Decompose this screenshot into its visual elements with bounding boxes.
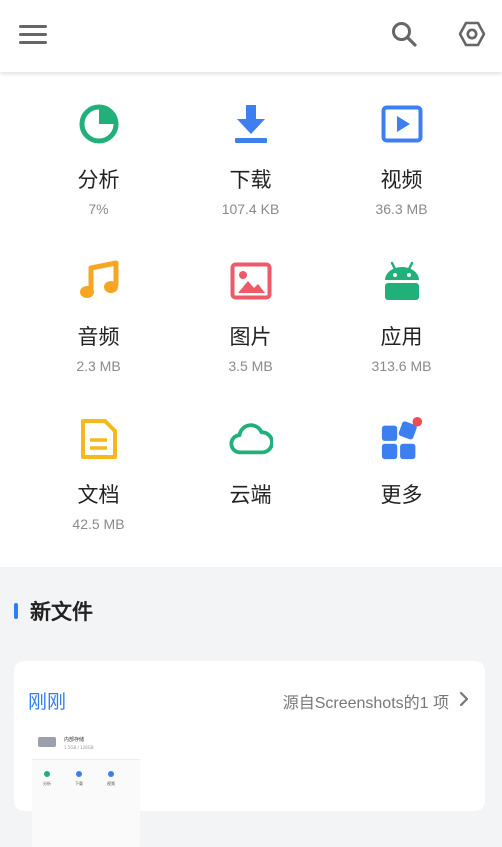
category-images[interactable]: 图片 3.5 MB: [167, 229, 334, 379]
thumbnail-header: 内部存储 1.5GB / 128GB: [32, 727, 140, 760]
top-app-bar: [0, 0, 502, 72]
category-size: 7%: [88, 201, 109, 217]
thumbnail-title: 内部存储: [64, 737, 85, 743]
android-icon: [380, 259, 424, 303]
category-grid: 分析 7% 下载 107.4 KB 视频 36.3 MB 音频 2.3 MB 图…: [0, 72, 502, 567]
category-size: 2.3 MB: [76, 358, 121, 374]
new-files-header: 新文件: [14, 598, 93, 624]
category-label: 视频: [380, 168, 423, 192]
category-documents[interactable]: 文档 42.5 MB: [15, 387, 182, 537]
cloud-icon: [229, 417, 273, 461]
category-label: 音频: [77, 325, 120, 349]
category-video[interactable]: 视频 36.3 MB: [318, 72, 485, 222]
category-label: 图片: [229, 325, 272, 349]
video-play-icon: [380, 102, 424, 146]
category-label: 应用: [380, 325, 423, 349]
screenshot-thumbnail[interactable]: 内部存储 1.5GB / 128GB 分析 下载 视频: [32, 727, 140, 847]
category-audio[interactable]: 音频 2.3 MB: [15, 229, 182, 379]
drive-icon: [38, 737, 56, 747]
category-size: 36.3 MB: [375, 201, 428, 217]
thumbnail-item-label: 分析: [43, 781, 51, 786]
pie-chart-icon: [77, 102, 121, 146]
mini-download-icon: [76, 771, 82, 777]
recent-group-time: 刚刚: [28, 691, 67, 713]
category-size: 313.6 MB: [371, 358, 432, 374]
download-arrow-icon: [229, 102, 273, 146]
category-label: 文档: [77, 483, 120, 507]
chevron-right-icon[interactable]: [459, 691, 469, 711]
section-accent-bar: [14, 603, 18, 619]
mini-video-icon: [108, 771, 114, 777]
category-size: 42.5 MB: [72, 516, 125, 532]
category-more[interactable]: 更多: [318, 387, 485, 537]
section-title: 新文件: [30, 600, 93, 624]
category-label: 分析: [77, 168, 120, 192]
thumbnail-item-label: 下载: [75, 781, 83, 786]
category-cloud[interactable]: 云端: [167, 387, 334, 537]
category-size: 107.4 KB: [221, 201, 280, 217]
document-icon: [77, 417, 121, 461]
category-label: 更多: [380, 483, 423, 507]
apps-grid-icon: [380, 417, 424, 461]
category-analysis[interactable]: 分析 7%: [15, 72, 182, 222]
category-size: 3.5 MB: [228, 358, 273, 374]
recent-group-source[interactable]: 源自Screenshots的1 项: [283, 689, 449, 713]
mini-pie-chart-icon: [44, 771, 50, 777]
category-label: 下载: [229, 168, 272, 192]
music-note-icon: [77, 259, 121, 303]
hexagon-gear-icon[interactable]: [454, 16, 490, 52]
thumbnail-subtitle: 1.5GB / 128GB: [64, 745, 94, 750]
image-icon: [229, 259, 273, 303]
thumbnail-item-label: 视频: [107, 781, 115, 786]
search-icon[interactable]: [386, 16, 422, 52]
recent-files-card[interactable]: 刚刚 源自Screenshots的1 项 内部存储 1.5GB / 128GB …: [14, 661, 485, 847]
hamburger-menu-icon[interactable]: [15, 16, 51, 52]
category-label: 云端: [229, 483, 272, 507]
category-apps[interactable]: 应用 313.6 MB: [318, 229, 485, 379]
category-downloads[interactable]: 下载 107.4 KB: [167, 72, 334, 222]
